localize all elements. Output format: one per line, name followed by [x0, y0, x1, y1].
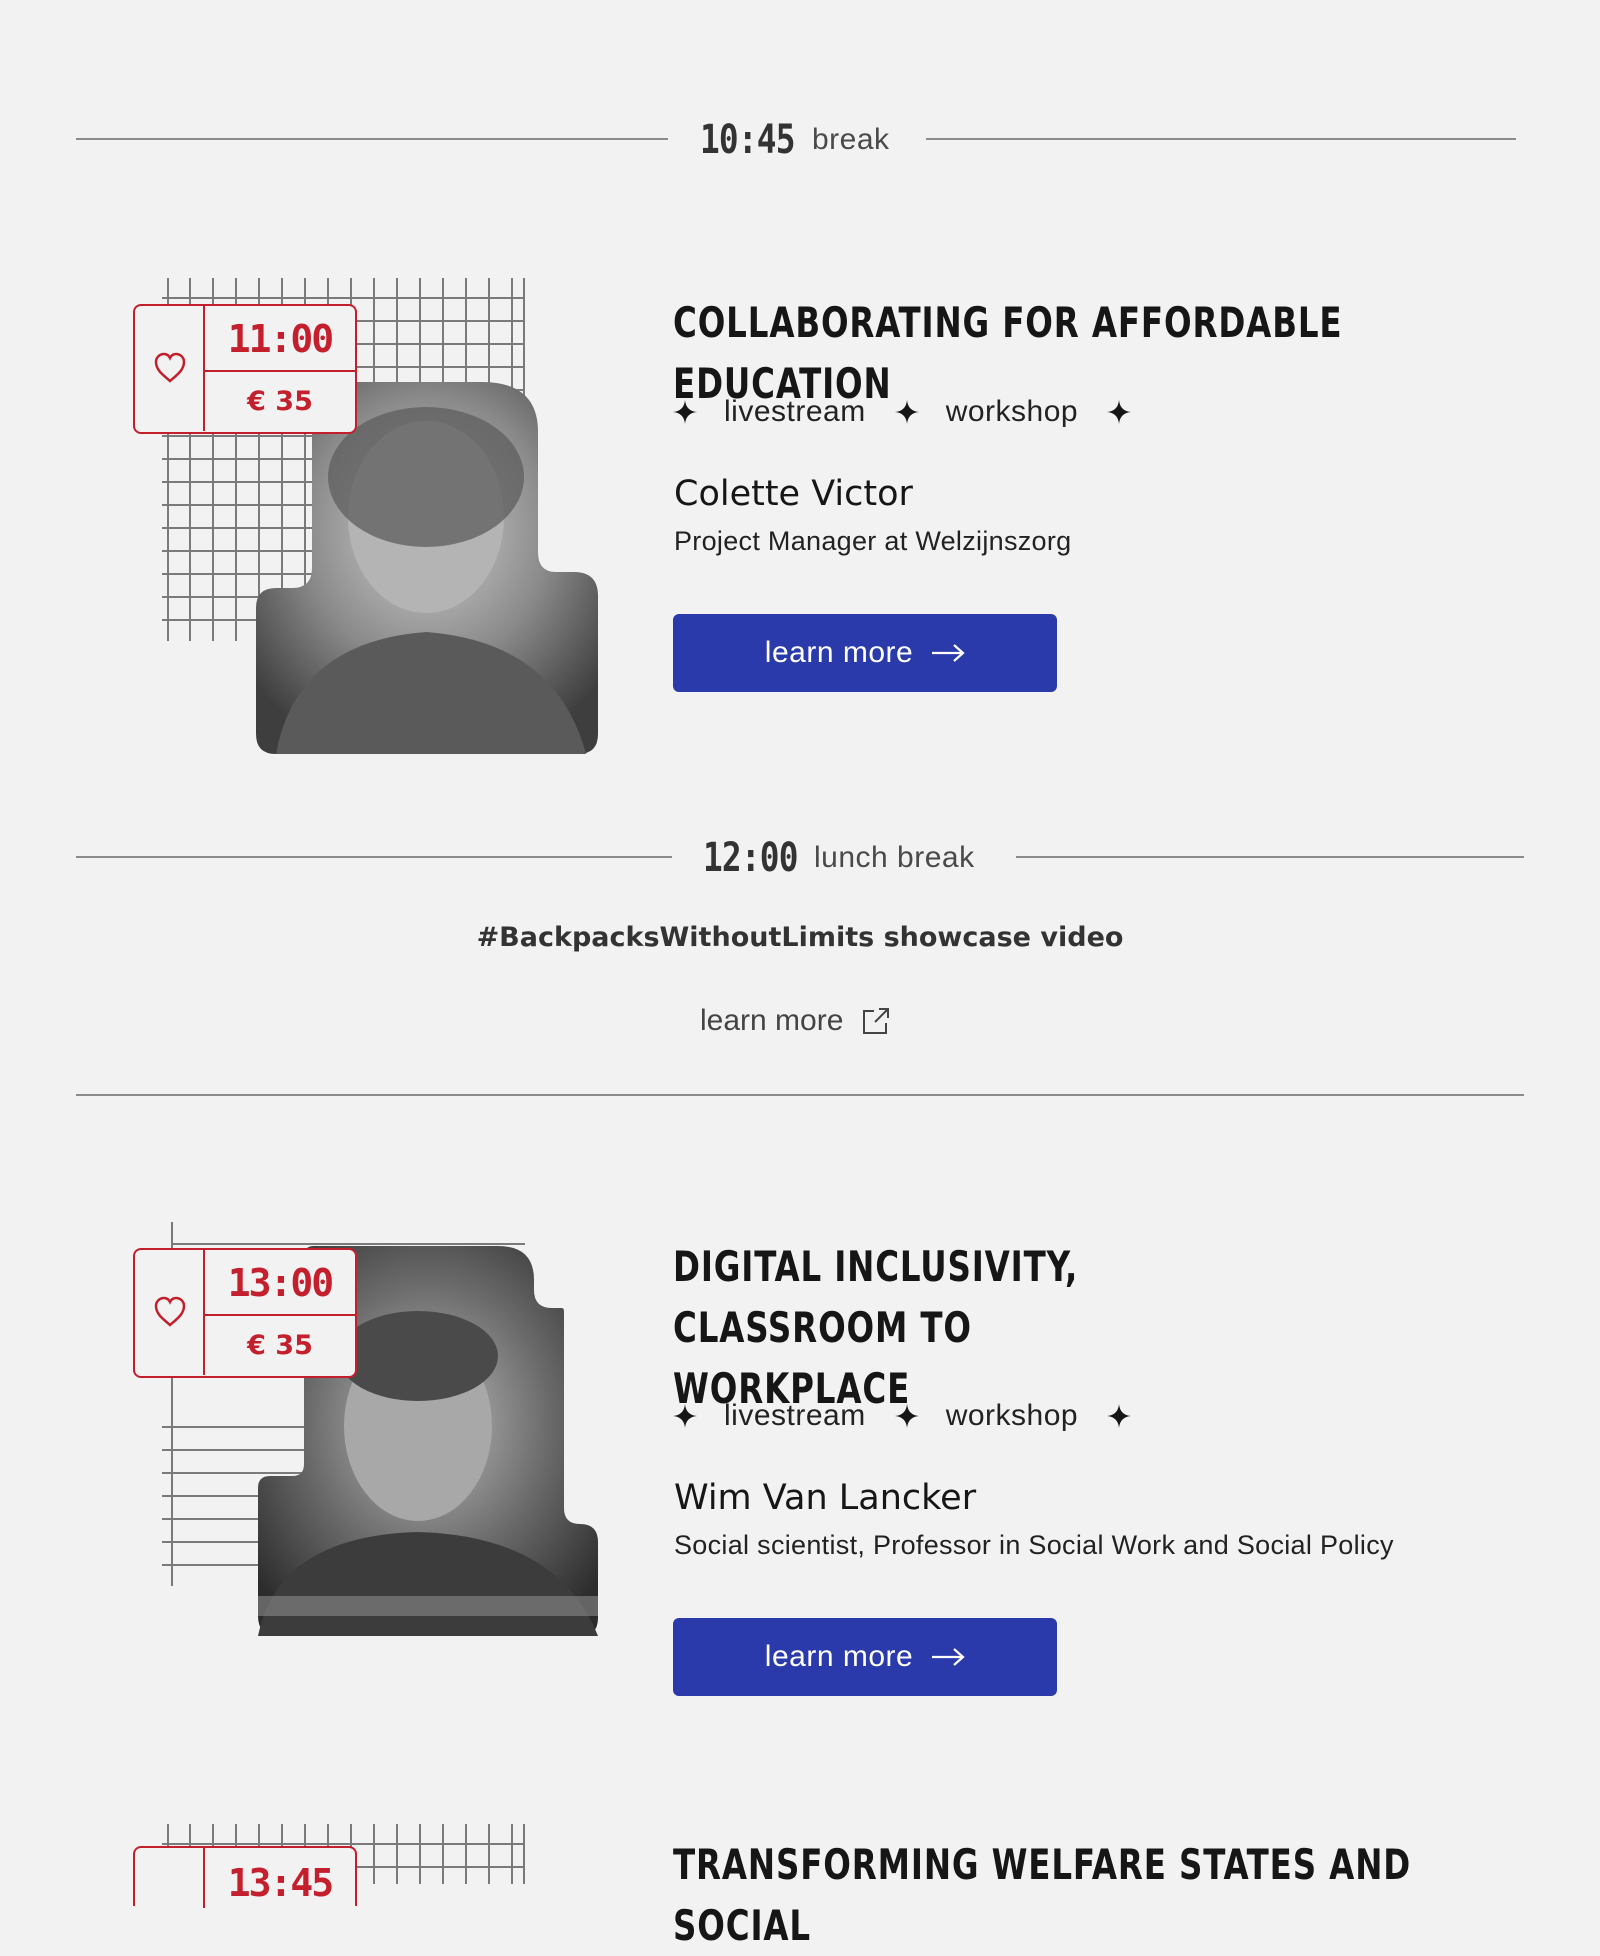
divider-line-left — [76, 138, 668, 140]
tag-workshop: workshop — [945, 1399, 1079, 1432]
heart-outline-icon — [154, 1296, 186, 1327]
break-time: 10:45 — [700, 117, 795, 163]
session-title: DIGITAL INCLUSIVITY, CLASSROOM TO WORKPL… — [673, 1242, 1079, 1413]
link-label: learn more — [700, 1004, 844, 1037]
showcase-title: #BackpacksWithoutLimits showcase video — [476, 922, 1124, 953]
session-tags: livestream workshop — [672, 392, 1132, 432]
arrow-right-icon — [932, 1648, 965, 1666]
four-point-star-icon — [1107, 1404, 1132, 1428]
session-title: TRANSFORMING WELFARE STATES AND SOCIAL — [673, 1840, 1412, 1950]
divider-line-right — [926, 138, 1516, 140]
button-label: learn more — [764, 1640, 914, 1673]
session-price: € 35 — [247, 1330, 313, 1361]
break-label: break — [812, 123, 890, 156]
session-tags: livestream workshop — [672, 1396, 1132, 1436]
tag-livestream: livestream — [724, 1399, 866, 1432]
speaker-photo — [256, 382, 598, 754]
four-point-star-icon — [673, 1404, 697, 1428]
four-point-star-icon — [894, 1404, 919, 1428]
external-learn-more-link[interactable]: learn more — [700, 1004, 891, 1038]
session-badge: 13:00 € 35 — [133, 1248, 357, 1378]
favorite-button[interactable] — [135, 1250, 205, 1375]
speaker-role: Project Manager at Welzijnszorg — [674, 526, 1072, 556]
button-label: learn more — [764, 636, 914, 669]
session-badge: 11:00 € 35 — [133, 304, 357, 434]
four-point-star-icon — [673, 400, 697, 424]
arrow-right-icon — [932, 644, 965, 662]
session-time: 13:00 — [205, 1250, 355, 1316]
break-label: lunch break — [814, 841, 975, 874]
speaker-role: Social scientist, Professor in Social Wo… — [674, 1530, 1394, 1560]
four-point-star-icon — [1107, 400, 1132, 424]
favorite-button[interactable] — [135, 306, 205, 431]
session-time: 11:00 — [205, 306, 355, 372]
section-divider — [76, 1094, 1524, 1096]
session-price: € 35 — [247, 386, 313, 417]
speaker-name: Colette Victor — [674, 474, 913, 514]
session-badge: 13:45 — [133, 1846, 357, 1908]
favorite-button[interactable] — [135, 1848, 205, 1908]
session-time: 13:45 — [227, 1861, 334, 1905]
four-point-star-icon — [894, 400, 919, 424]
speaker-name: Wim Van Lancker — [674, 1478, 977, 1518]
divider-line-right — [1016, 856, 1524, 858]
divider-line-left — [76, 856, 672, 858]
tag-workshop: workshop — [945, 395, 1079, 428]
external-link-icon — [863, 1008, 890, 1034]
learn-more-button[interactable]: learn more — [673, 1618, 1057, 1696]
heart-outline-icon — [154, 352, 186, 383]
break-time: 12:00 — [703, 835, 798, 881]
tag-livestream: livestream — [724, 395, 866, 428]
learn-more-button[interactable]: learn more — [673, 614, 1057, 692]
